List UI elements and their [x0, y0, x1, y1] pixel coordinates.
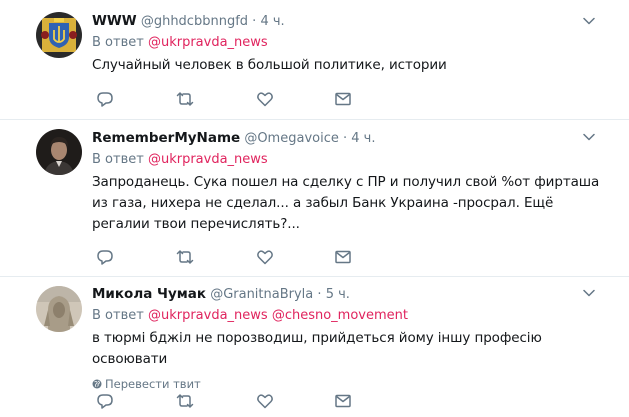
mention-link[interactable]: @ukrpravda_news [148, 35, 268, 50]
like-button[interactable] [256, 90, 274, 108]
sphinx-avatar [36, 286, 82, 332]
retweet-button[interactable] [176, 248, 194, 266]
reply-button[interactable] [96, 248, 114, 266]
direct-message-button[interactable] [334, 392, 352, 410]
separator-dot: · [343, 131, 348, 146]
man-portrait-avatar [36, 129, 82, 175]
avatar[interactable] [36, 129, 82, 175]
reply-icon [97, 250, 113, 265]
reply-prefix: В ответ [92, 152, 148, 167]
reply-context: В ответ @ukrpravda_news [92, 150, 613, 170]
tweet-header: Микола Чумак @GranitnaBryla · 5 ч. [92, 284, 613, 304]
timestamp[interactable]: 4 ч. [260, 14, 284, 29]
tweet-header: RememberMyName @Omegavoice · 4 ч. [92, 128, 613, 148]
direct-message-icon [335, 92, 351, 106]
user-handle[interactable]: @ghhdcbbnngfd [141, 14, 248, 29]
reply-prefix: В ответ [92, 35, 148, 50]
coat-of-arms-avatar [36, 12, 82, 58]
user-handle[interactable]: @GranitnaBryla [210, 287, 313, 302]
chevron-down-icon[interactable] [583, 133, 595, 141]
display-name[interactable]: Микола Чумак [92, 286, 206, 302]
retweet-button[interactable] [176, 90, 194, 108]
direct-message-button[interactable] [334, 90, 352, 108]
timestamp[interactable]: 5 ч. [326, 287, 350, 302]
display-name[interactable]: WWW [92, 13, 137, 29]
retweet-icon [176, 250, 194, 264]
reply-button[interactable] [96, 392, 114, 410]
display-name[interactable]: RememberMyName [92, 130, 240, 146]
like-icon [257, 250, 273, 265]
direct-message-button[interactable] [334, 248, 352, 266]
tweet-text: Случайный человек в большой политике, ис… [92, 57, 447, 73]
mention-link[interactable]: @chesno_movement [272, 308, 408, 323]
like-icon [257, 394, 273, 409]
tweet-text: в тюрмі бджіл не порозводиш, прийдеться … [92, 330, 542, 367]
user-handle[interactable]: @Omegavoice [244, 131, 339, 146]
avatar[interactable] [36, 12, 82, 58]
separator-dot: · [252, 14, 257, 29]
mention-link[interactable]: @ukrpravda_news [148, 308, 268, 323]
timestamp[interactable]: 4 ч. [351, 131, 375, 146]
tweet-actions [96, 90, 366, 108]
tweet-header: WWW @ghhdcbbnngfd · 4 ч. [92, 11, 613, 31]
direct-message-icon [335, 394, 351, 408]
tweet[interactable]: RememberMyName @Omegavoice · 4 ч. В отве… [0, 120, 629, 277]
reply-icon [97, 394, 113, 409]
separator-dot: · [317, 287, 322, 302]
like-icon [257, 92, 273, 107]
like-button[interactable] [256, 248, 274, 266]
tweet-actions [96, 248, 366, 266]
chevron-down-icon[interactable] [583, 289, 595, 297]
tweet[interactable]: WWW @ghhdcbbnngfd · 4 ч. В ответ @ukrpra… [0, 0, 629, 120]
like-button[interactable] [256, 392, 274, 410]
direct-message-icon [335, 250, 351, 264]
tweet-actions [96, 392, 366, 410]
tweet-feed: WWW @ghhdcbbnngfd · 4 ч. В ответ @ukrpra… [0, 0, 629, 417]
tweet[interactable]: Микола Чумак @GranitnaBryla · 5 ч. В отв… [0, 277, 629, 417]
avatar[interactable] [36, 286, 82, 332]
reply-button[interactable] [96, 90, 114, 108]
retweet-icon [176, 92, 194, 106]
reply-prefix: В ответ [92, 308, 148, 323]
globe-icon [92, 379, 102, 389]
retweet-button[interactable] [176, 392, 194, 410]
translate-tweet-label: Перевести твит [105, 377, 201, 391]
chevron-down-icon[interactable] [583, 17, 595, 25]
reply-context: В ответ @ukrpravda_news @chesno_movement [92, 306, 613, 326]
reply-context: В ответ @ukrpravda_news [92, 33, 613, 53]
retweet-icon [176, 394, 194, 408]
mention-link[interactable]: @ukrpravda_news [148, 152, 268, 167]
reply-icon [97, 92, 113, 107]
tweet-text: Запроданець. Сука пошел на сделку с ПР и… [92, 174, 600, 232]
translate-tweet-link[interactable]: Перевести твит [92, 376, 613, 392]
